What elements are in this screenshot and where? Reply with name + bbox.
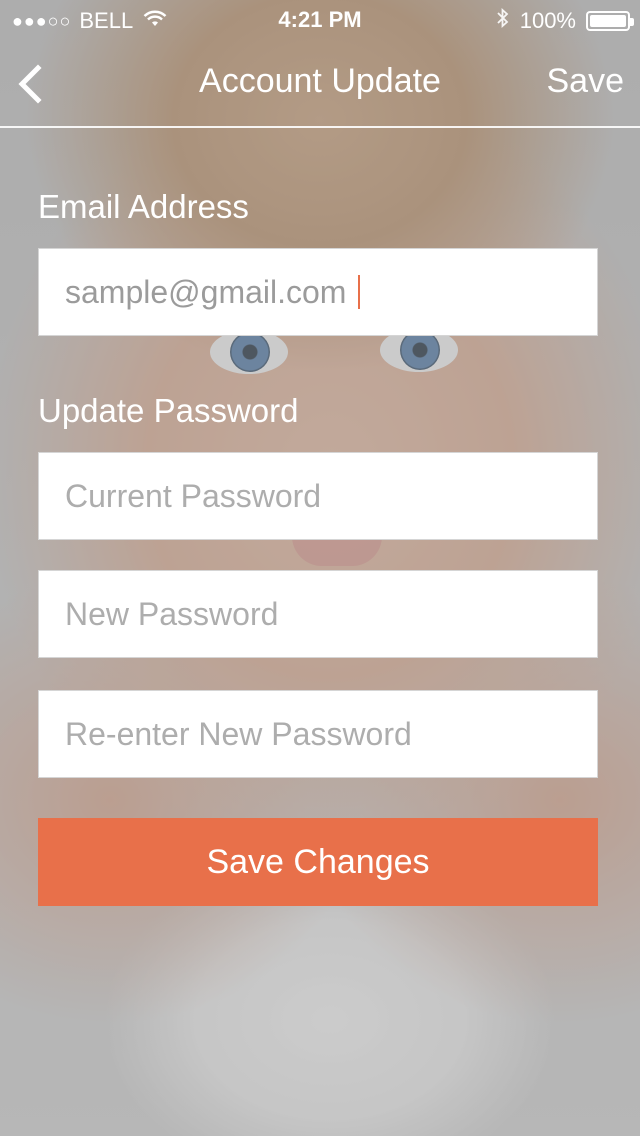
- current-password-field[interactable]: [38, 452, 598, 540]
- navigation-bar: Account Update Save: [0, 40, 640, 128]
- battery-icon: [586, 11, 634, 31]
- battery-percentage: 100%: [519, 8, 576, 33]
- save-changes-button[interactable]: Save Changes: [38, 818, 598, 906]
- account-update-screen: ●●●○○ BELL 4:21 PM 100% Account Update S…: [0, 0, 640, 1136]
- new-password-input[interactable]: [65, 571, 597, 657]
- nav-save-button[interactable]: Save: [547, 62, 625, 101]
- status-right: 100%: [496, 7, 634, 35]
- reenter-password-input[interactable]: [65, 691, 597, 777]
- page-title: Account Update: [199, 62, 441, 100]
- email-label: Email Address: [38, 188, 249, 225]
- status-bar: ●●●○○ BELL 4:21 PM 100%: [0, 0, 640, 40]
- reenter-password-field[interactable]: [38, 690, 598, 778]
- background-overlay: [0, 0, 640, 1136]
- email-value: sample@gmail.com: [65, 273, 347, 310]
- update-password-label: Update Password: [38, 392, 299, 429]
- text-caret: [358, 275, 361, 309]
- new-password-field[interactable]: [38, 570, 598, 658]
- email-field[interactable]: sample@gmail.com: [38, 248, 598, 336]
- email-input[interactable]: sample@gmail.com: [65, 249, 597, 335]
- current-password-input[interactable]: [65, 453, 597, 539]
- bluetooth-icon: [496, 7, 510, 35]
